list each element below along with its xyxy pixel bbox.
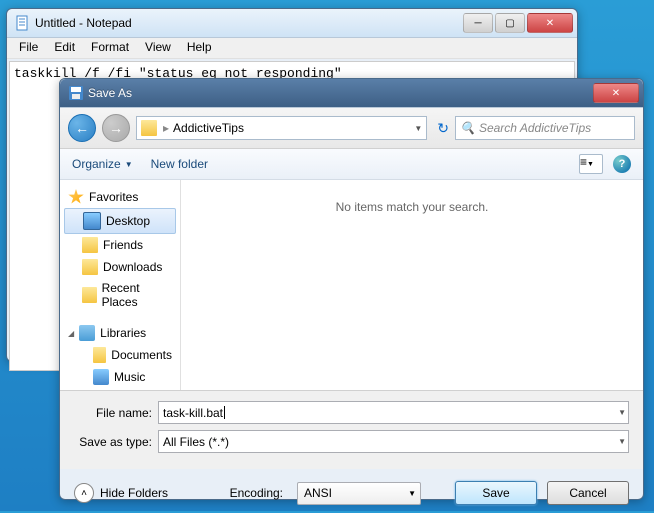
recent-icon xyxy=(82,287,97,303)
desktop-icon xyxy=(83,212,101,230)
filename-input[interactable]: task-kill.bat▼ xyxy=(158,401,629,424)
hide-folders-button[interactable]: ˄ Hide Folders xyxy=(74,483,168,503)
bottom-panel: File name: task-kill.bat▼ Save as type: … xyxy=(60,391,643,469)
new-folder-button[interactable]: New folder xyxy=(151,157,208,171)
view-options-button[interactable]: ≡▼ xyxy=(579,154,603,174)
dialog-title: Save As xyxy=(88,86,593,100)
cancel-button[interactable]: Cancel xyxy=(547,481,629,505)
chevron-up-icon: ˄ xyxy=(74,483,94,503)
menu-format[interactable]: Format xyxy=(83,38,137,58)
search-icon: 🔍 xyxy=(460,121,475,135)
notepad-menubar: File Edit Format View Help xyxy=(7,38,577,59)
savetype-select[interactable]: All Files (*.*)▼ xyxy=(158,430,629,453)
maximize-button[interactable]: ▢ xyxy=(495,13,525,33)
notepad-icon xyxy=(15,15,31,31)
address-bar[interactable]: ▸ AddictiveTips ▼ xyxy=(136,116,427,140)
menu-view[interactable]: View xyxy=(137,38,179,58)
button-row: ˄ Hide Folders Encoding: ANSI▼ Save Canc… xyxy=(60,469,643,513)
libraries-header[interactable]: ◢Libraries xyxy=(60,322,180,344)
dialog-close-button[interactable]: ✕ xyxy=(593,83,639,103)
sidebar-item-desktop[interactable]: Desktop xyxy=(64,208,176,234)
forward-button[interactable]: → xyxy=(102,114,130,142)
minimize-button[interactable]: ─ xyxy=(463,13,493,33)
sidebar-item-pictures[interactable]: ▸Pictures xyxy=(60,388,180,390)
encoding-select[interactable]: ANSI▼ xyxy=(297,482,421,505)
folder-icon xyxy=(141,120,157,136)
sidebar-item-music[interactable]: ▸Music xyxy=(60,366,180,388)
save-button[interactable]: Save xyxy=(455,481,537,505)
menu-edit[interactable]: Edit xyxy=(46,38,83,58)
folder-icon xyxy=(82,237,98,253)
main-area: Favorites Desktop Friends Downloads Rece… xyxy=(60,180,643,391)
empty-message: No items match your search. xyxy=(336,200,489,214)
savetype-label: Save as type: xyxy=(74,435,152,449)
documents-icon xyxy=(93,347,106,363)
organize-button[interactable]: Organize▼ xyxy=(72,157,133,171)
menu-file[interactable]: File xyxy=(11,38,46,58)
search-placeholder: Search AddictiveTips xyxy=(479,121,591,135)
notepad-title: Untitled - Notepad xyxy=(35,16,463,30)
toolbar: Organize▼ New folder ≡▼ ? xyxy=(60,149,643,180)
libraries-icon xyxy=(79,325,95,341)
sidebar-item-friends[interactable]: Friends xyxy=(60,234,180,256)
dialog-titlebar[interactable]: Save As ✕ xyxy=(60,79,643,108)
help-button[interactable]: ? xyxy=(613,155,631,173)
file-list-area[interactable]: No items match your search. xyxy=(181,180,643,390)
sidebar-item-downloads[interactable]: Downloads xyxy=(60,256,180,278)
search-input[interactable]: 🔍 Search AddictiveTips xyxy=(455,116,635,140)
encoding-label: Encoding: xyxy=(230,486,283,500)
notepad-titlebar[interactable]: Untitled - Notepad ─ ▢ ✕ xyxy=(7,9,577,38)
music-icon xyxy=(93,369,109,385)
breadcrumb[interactable]: AddictiveTips xyxy=(173,121,244,135)
close-button[interactable]: ✕ xyxy=(527,13,573,33)
menu-help[interactable]: Help xyxy=(179,38,220,58)
star-icon xyxy=(68,189,84,205)
refresh-button[interactable]: ↻ xyxy=(437,120,449,137)
save-icon xyxy=(68,85,84,101)
nav-row: ← → ▸ AddictiveTips ▼ ↻ 🔍 Search Addicti… xyxy=(60,108,643,149)
favorites-header[interactable]: Favorites xyxy=(60,186,180,208)
back-button[interactable]: ← xyxy=(68,114,96,142)
nav-sidebar: Favorites Desktop Friends Downloads Rece… xyxy=(60,180,181,390)
sidebar-item-documents[interactable]: ▸Documents xyxy=(60,344,180,366)
save-as-dialog: Save As ✕ ← → ▸ AddictiveTips ▼ ↻ 🔍 Sear… xyxy=(59,78,644,500)
filename-label: File name: xyxy=(74,406,152,420)
downloads-icon xyxy=(82,259,98,275)
sidebar-item-recent[interactable]: Recent Places xyxy=(60,278,180,312)
